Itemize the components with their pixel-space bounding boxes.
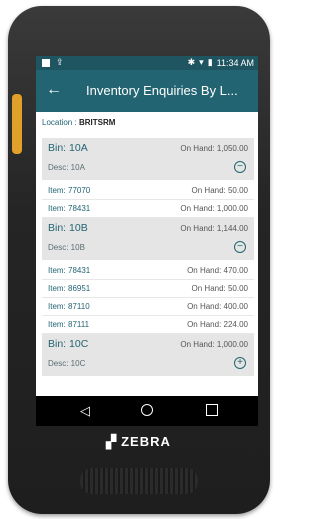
collapse-icon[interactable]: −: [234, 161, 246, 173]
bin-row[interactable]: Bin: 10A Desc: 10A On Hand: 1,050.00 −: [42, 138, 254, 180]
collapse-icon[interactable]: −: [234, 241, 246, 253]
zebra-logo-icon: ▞: [106, 434, 118, 449]
bluetooth-icon: ✱: [187, 57, 196, 67]
bin-row[interactable]: Bin: 10C Desc: 10C On Hand: 1,000.00 +: [42, 334, 254, 376]
expand-icon[interactable]: +: [234, 357, 246, 369]
item-number: Item: 78431: [48, 266, 91, 275]
speaker-grille: [80, 468, 198, 494]
item-number: Item: 78431: [48, 204, 91, 213]
item-onhand: On Hand: 50.00: [191, 284, 248, 293]
nav-recents-icon[interactable]: [206, 404, 218, 416]
item-row[interactable]: Item: 78431 On Hand: 1,000.00: [42, 200, 254, 218]
item-onhand: On Hand: 470.00: [187, 266, 248, 275]
item-number: Item: 77070: [48, 186, 91, 195]
bin-onhand: On Hand: 1,144.00: [180, 224, 248, 233]
item-number: Item: 87111: [48, 320, 90, 329]
item-row[interactable]: Item: 87110 On Hand: 400.00: [42, 298, 254, 316]
item-onhand: On Hand: 224.00: [187, 320, 248, 329]
item-row[interactable]: Item: 77070 On Hand: 50.00: [42, 182, 254, 200]
bin-row[interactable]: Bin: 10B Desc: 10B On Hand: 1,144.00 −: [42, 218, 254, 260]
item-number: Item: 87110: [48, 302, 90, 311]
bin-desc: Desc: 10A: [48, 163, 85, 172]
bin-name: Bin: 10B: [48, 222, 88, 234]
app-bar: ← Inventory Enquiries By L...: [36, 70, 258, 112]
screen: ⇪ ✱ ▾ ▮ 11:34 AM ← Inventory Enquiries B…: [36, 56, 258, 426]
item-row[interactable]: Item: 78431 On Hand: 470.00: [42, 262, 254, 280]
page-title: Inventory Enquiries By L...: [86, 83, 238, 98]
status-time: 11:34 AM: [216, 57, 254, 68]
brand-logo: ▞ ZEBRA: [0, 434, 277, 450]
back-arrow-icon[interactable]: ←: [46, 80, 62, 100]
side-scan-button[interactable]: [12, 94, 22, 154]
upload-icon: ⇪: [56, 57, 64, 67]
nav-back-icon[interactable]: ◁: [80, 403, 90, 419]
item-onhand: On Hand: 1,000.00: [180, 204, 248, 213]
item-onhand: On Hand: 400.00: [187, 302, 248, 311]
bin-desc: Desc: 10B: [48, 243, 85, 252]
bin-desc: Desc: 10C: [48, 359, 86, 368]
location-line: Location : BRITSRM: [42, 118, 115, 127]
wifi-icon: ▾: [199, 57, 204, 67]
status-bar: ⇪ ✱ ▾ ▮ 11:34 AM: [36, 56, 258, 70]
brand-name: ZEBRA: [121, 434, 171, 449]
item-row[interactable]: Item: 86951 On Hand: 50.00: [42, 280, 254, 298]
item-number: Item: 86951: [48, 284, 91, 293]
bin-list: Bin: 10A Desc: 10A On Hand: 1,050.00 − I…: [42, 138, 254, 378]
item-row[interactable]: Item: 87111 On Hand: 224.00: [42, 316, 254, 334]
nav-home-icon[interactable]: [141, 404, 153, 416]
location-value: BRITSRM: [78, 118, 116, 127]
bin-onhand: On Hand: 1,000.00: [180, 340, 248, 349]
item-onhand: On Hand: 50.00: [191, 186, 248, 195]
location-label: Location :: [42, 118, 77, 127]
bin-name: Bin: 10A: [48, 142, 88, 154]
battery-icon: ▮: [207, 57, 213, 67]
notification-icon: [42, 58, 50, 67]
android-nav-bar: ◁: [36, 396, 258, 426]
bin-onhand: On Hand: 1,050.00: [180, 144, 248, 153]
bin-name: Bin: 10C: [48, 338, 89, 350]
